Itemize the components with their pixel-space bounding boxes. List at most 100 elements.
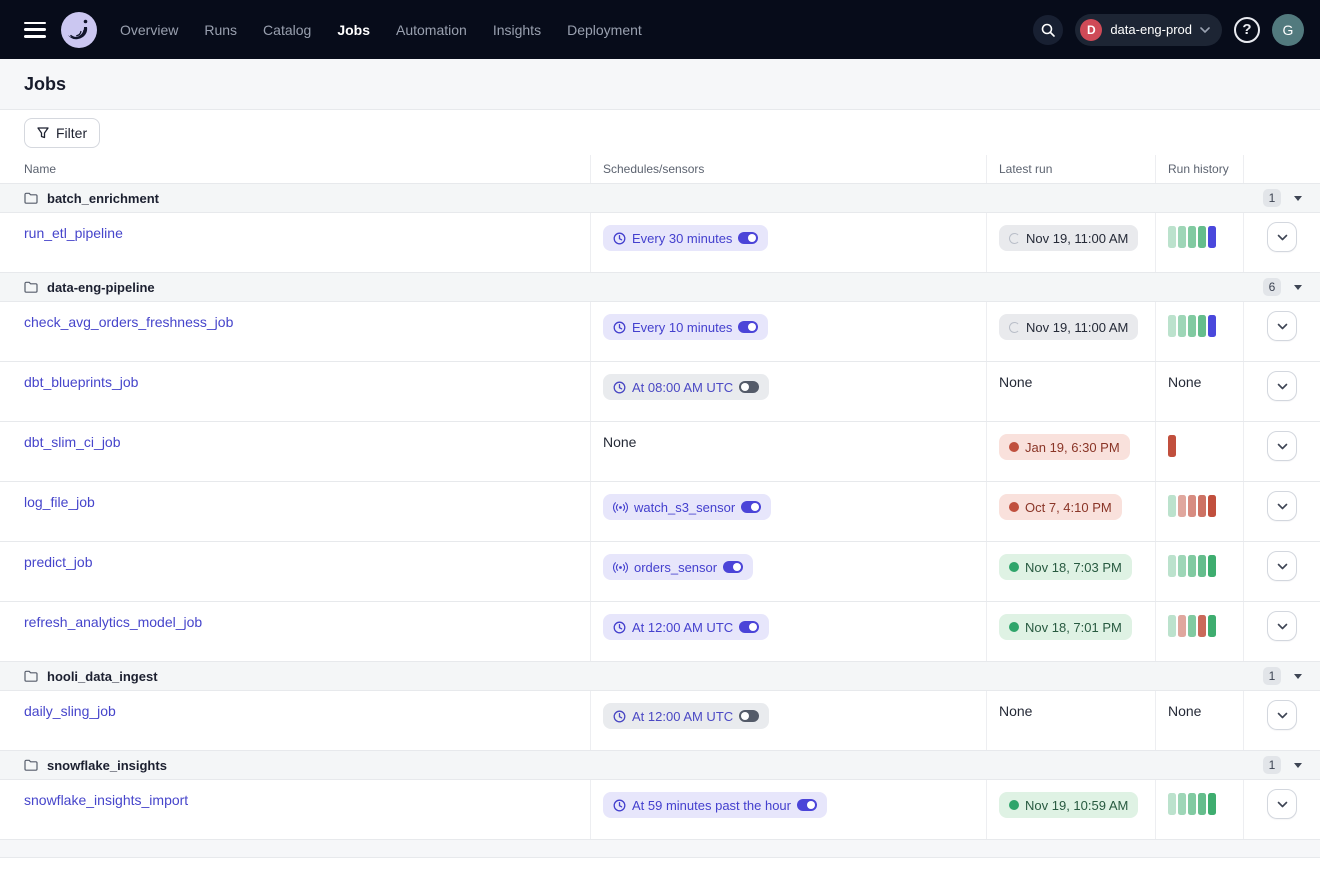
- run-history-bar[interactable]: [1198, 226, 1206, 248]
- funnel-icon: [37, 127, 49, 139]
- run-history-bar[interactable]: [1188, 495, 1196, 517]
- job-link[interactable]: snowflake_insights_import: [24, 792, 188, 808]
- run-history-bar[interactable]: [1178, 495, 1186, 517]
- toggle-on[interactable]: [797, 799, 817, 811]
- collapse-caret-icon[interactable]: [1294, 196, 1302, 201]
- group-row-hooli_data_ingest[interactable]: hooli_data_ingest1: [0, 662, 1320, 691]
- user-avatar[interactable]: G: [1272, 14, 1304, 46]
- row-expand-button[interactable]: [1267, 789, 1297, 819]
- run-history-bar[interactable]: [1168, 226, 1176, 248]
- row-expand-button[interactable]: [1267, 551, 1297, 581]
- run-history-bar[interactable]: [1208, 495, 1216, 517]
- run-history-bar[interactable]: [1168, 615, 1176, 637]
- latest-run-time: Jan 19, 6:30 PM: [1025, 440, 1120, 455]
- group-row-batch_enrichment[interactable]: batch_enrichment1: [0, 184, 1320, 213]
- row-expand-button[interactable]: [1267, 700, 1297, 730]
- schedule-badge[interactable]: Every 30 minutes: [603, 225, 768, 251]
- latest-run-badge[interactable]: Nov 19, 11:00 AM: [999, 314, 1138, 340]
- run-history-bar[interactable]: [1198, 793, 1206, 815]
- latest-run-badge[interactable]: Nov 19, 11:00 AM: [999, 225, 1138, 251]
- run-history-bar[interactable]: [1208, 615, 1216, 637]
- job-link[interactable]: dbt_blueprints_job: [24, 374, 138, 390]
- job-link[interactable]: daily_sling_job: [24, 703, 116, 719]
- latest-run-badge[interactable]: Nov 19, 10:59 AM: [999, 792, 1138, 818]
- run-history-bar[interactable]: [1178, 793, 1186, 815]
- row-expand-button[interactable]: [1267, 371, 1297, 401]
- job-link[interactable]: refresh_analytics_model_job: [24, 614, 202, 630]
- job-link[interactable]: predict_job: [24, 554, 93, 570]
- run-history-bar[interactable]: [1178, 615, 1186, 637]
- toggle-on[interactable]: [738, 321, 758, 333]
- schedule-badge[interactable]: Every 10 minutes: [603, 314, 768, 340]
- collapse-caret-icon[interactable]: [1294, 763, 1302, 768]
- run-history-bar[interactable]: [1188, 226, 1196, 248]
- help-icon[interactable]: ?: [1234, 17, 1260, 43]
- job-link[interactable]: check_avg_orders_freshness_job: [24, 314, 233, 330]
- toggle-off[interactable]: [739, 710, 759, 722]
- run-history-bar[interactable]: [1168, 315, 1176, 337]
- run-history-bar[interactable]: [1208, 315, 1216, 337]
- folder-icon: [24, 192, 38, 204]
- run-history-bar[interactable]: [1208, 793, 1216, 815]
- run-history-bar[interactable]: [1198, 555, 1206, 577]
- run-history-bar[interactable]: [1178, 555, 1186, 577]
- run-history-bar[interactable]: [1198, 315, 1206, 337]
- toggle-on[interactable]: [723, 561, 743, 573]
- job-link[interactable]: run_etl_pipeline: [24, 225, 123, 241]
- run-history-bar[interactable]: [1188, 615, 1196, 637]
- run-history-bar[interactable]: [1188, 315, 1196, 337]
- latest-run-badge[interactable]: Nov 18, 7:01 PM: [999, 614, 1132, 640]
- nav-item-catalog[interactable]: Catalog: [263, 22, 311, 38]
- latest-run-badge[interactable]: Jan 19, 6:30 PM: [999, 434, 1130, 460]
- row-expand-button[interactable]: [1267, 311, 1297, 341]
- group-row-data-eng-pipeline[interactable]: data-eng-pipeline6: [0, 273, 1320, 302]
- nav-item-jobs[interactable]: Jobs: [337, 22, 370, 38]
- nav-item-automation[interactable]: Automation: [396, 22, 467, 38]
- collapse-caret-icon[interactable]: [1294, 674, 1302, 679]
- nav-item-overview[interactable]: Overview: [120, 22, 178, 38]
- schedule-badge[interactable]: At 12:00 AM UTC: [603, 614, 769, 640]
- run-history-bar[interactable]: [1178, 226, 1186, 248]
- run-history-bar[interactable]: [1198, 495, 1206, 517]
- toggle-on[interactable]: [741, 501, 761, 513]
- latest-run-badge[interactable]: Oct 7, 4:10 PM: [999, 494, 1122, 520]
- nav-item-runs[interactable]: Runs: [204, 22, 237, 38]
- sensor-badge[interactable]: watch_s3_sensor: [603, 494, 771, 520]
- search-icon[interactable]: [1033, 15, 1063, 45]
- collapse-caret-icon[interactable]: [1294, 285, 1302, 290]
- workspace-switcher[interactable]: D data-eng-prod: [1075, 14, 1222, 46]
- nav-item-deployment[interactable]: Deployment: [567, 22, 642, 38]
- row-expand-button[interactable]: [1267, 222, 1297, 252]
- nav-item-insights[interactable]: Insights: [493, 22, 541, 38]
- schedule-badge[interactable]: At 08:00 AM UTC: [603, 374, 769, 400]
- column-header-run-history: Run history: [1155, 155, 1243, 183]
- sensor-badge[interactable]: orders_sensor: [603, 554, 753, 580]
- schedule-badge[interactable]: At 59 minutes past the hour: [603, 792, 827, 818]
- run-history-bar[interactable]: [1168, 555, 1176, 577]
- latest-run-badge[interactable]: Nov 18, 7:03 PM: [999, 554, 1132, 580]
- toggle-on[interactable]: [739, 621, 759, 633]
- menu-icon[interactable]: [24, 22, 46, 38]
- run-history-bar[interactable]: [1188, 793, 1196, 815]
- run-history-bar[interactable]: [1188, 555, 1196, 577]
- dagster-logo-icon[interactable]: [60, 11, 98, 49]
- job-link[interactable]: log_file_job: [24, 494, 95, 510]
- filter-button[interactable]: Filter: [24, 118, 100, 148]
- job-link[interactable]: dbt_slim_ci_job: [24, 434, 121, 450]
- toggle-on[interactable]: [738, 232, 758, 244]
- row-expand-button[interactable]: [1267, 611, 1297, 641]
- schedule-badge[interactable]: At 12:00 AM UTC: [603, 703, 769, 729]
- run-history-bar[interactable]: [1168, 793, 1176, 815]
- trigger-label: Every 10 minutes: [632, 320, 732, 335]
- nav-links: Overview Runs Catalog Jobs Automation Insight…: [120, 22, 642, 38]
- run-history-bar[interactable]: [1168, 435, 1176, 457]
- row-expand-button[interactable]: [1267, 491, 1297, 521]
- run-history-bar[interactable]: [1168, 495, 1176, 517]
- run-history-bar[interactable]: [1208, 555, 1216, 577]
- group-row-snowflake_insights[interactable]: snowflake_insights1: [0, 751, 1320, 780]
- row-expand-button[interactable]: [1267, 431, 1297, 461]
- run-history-bar[interactable]: [1178, 315, 1186, 337]
- run-history-bar[interactable]: [1208, 226, 1216, 248]
- toggle-off[interactable]: [739, 381, 759, 393]
- run-history-bar[interactable]: [1198, 615, 1206, 637]
